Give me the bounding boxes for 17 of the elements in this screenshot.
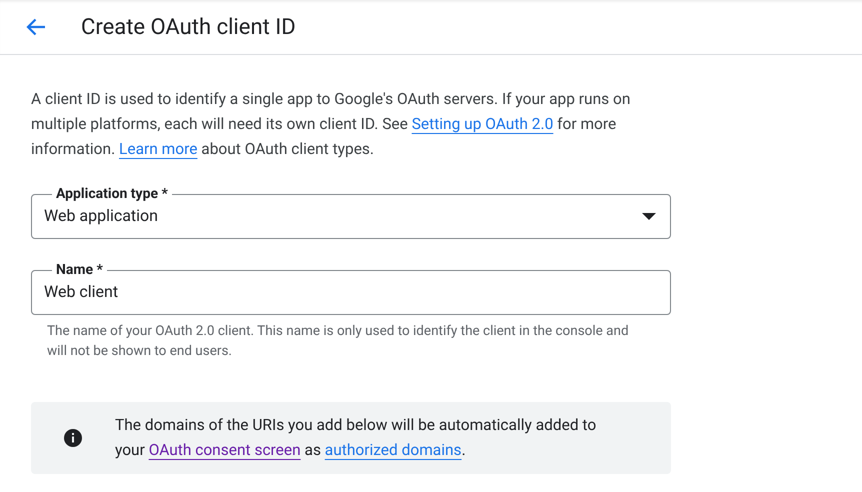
dropdown-value: Web application (44, 205, 158, 227)
text-link[interactable]: Learn more (119, 140, 198, 158)
field-label: Application type * (55, 186, 169, 202)
text-link[interactable]: OAuth consent screen (148, 441, 301, 459)
text-link[interactable]: authorized domains (324, 441, 462, 459)
back-arrow-icon (26, 18, 46, 36)
intro-paragraph: A client ID is used to identify a single app to Google's OAuth servers. If your app runs on multiple platforms, each will need its own client ID. See Setting up OAuth 2.0 for more information. Learn more about OAuth client types. (31, 89, 632, 160)
dropdown-field[interactable]: Application type * Web application (31, 186, 671, 239)
caret-icon (642, 212, 656, 220)
input-field[interactable]: Name * Web client (31, 262, 671, 315)
field-label: Name * (55, 262, 104, 278)
info-icon (64, 429, 82, 447)
notice-text: The domains of the URIs you add below will be automatically added to your OAuth consent screen as authorized domains. (115, 415, 598, 461)
text-link[interactable]: Setting up OAuth 2.0 (412, 115, 554, 133)
input-value: Web client (44, 281, 120, 303)
page-title: Create OAuth client ID (81, 14, 296, 42)
helper-text: The name of your OAuth 2.0 client. This name is only used to identify the client in the console and will not be shown to end users. (46, 322, 630, 361)
